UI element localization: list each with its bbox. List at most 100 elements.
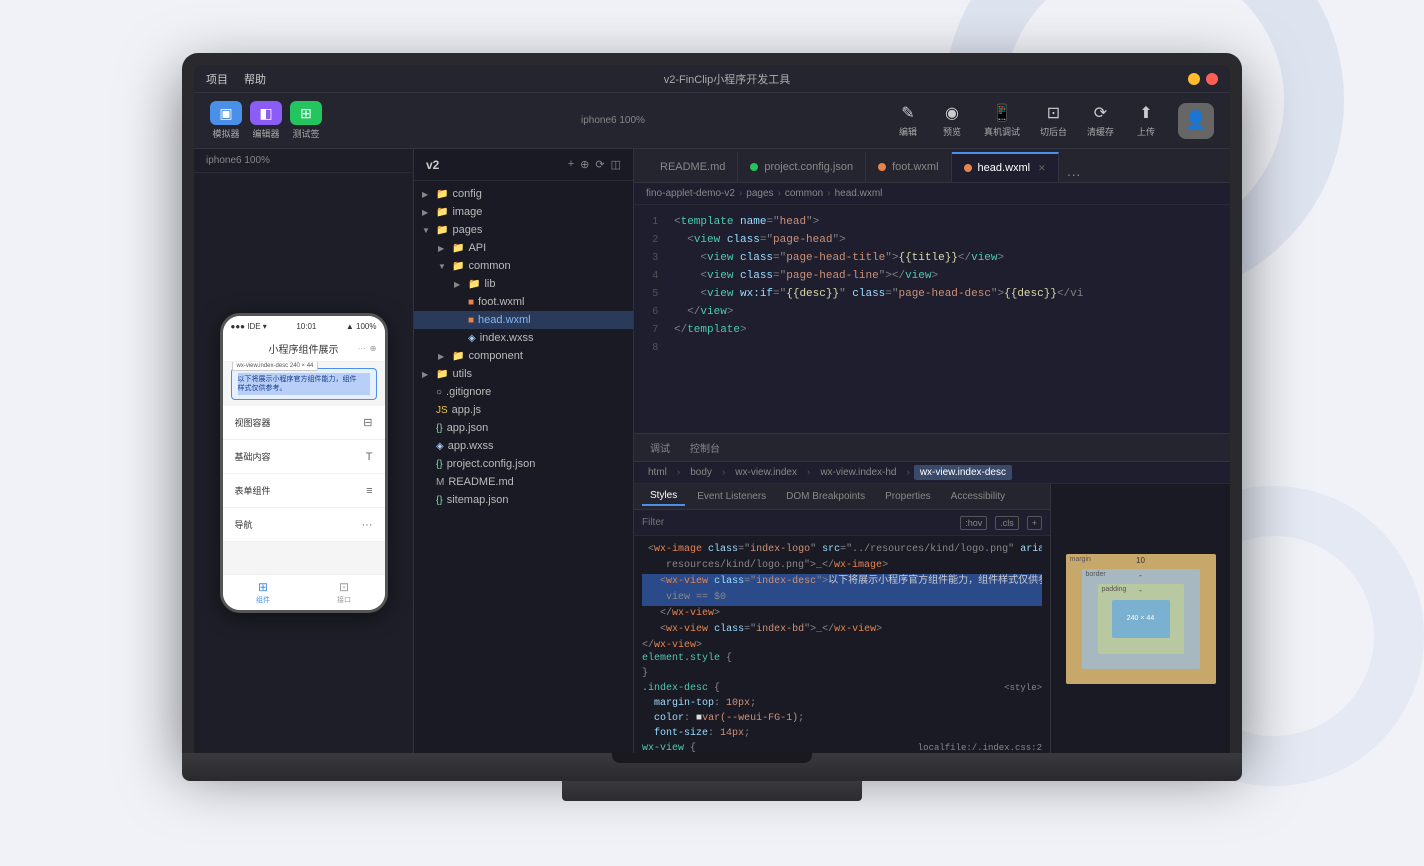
tree-pages[interactable]: ▼ 📁 pages [414,221,633,239]
upload-label: 上传 [1137,125,1155,138]
gitignore-icon: ○ [436,387,442,398]
line-num-4: 4 [634,267,666,285]
crumb-index-hd[interactable]: wx-view.index-hd [814,465,902,480]
tree-gitignore[interactable]: ▶ ○ .gitignore [414,383,633,401]
editor-breadcrumb: fino-applet-demo-v2 › pages › common › h… [634,183,1230,205]
menu-item-nav[interactable]: 导航 ··· [223,508,385,542]
minimize-button[interactable] [1188,73,1200,85]
crumb-body[interactable]: body [684,465,718,480]
menu-item-view[interactable]: 视图容器 ⊟ [223,406,385,440]
toolbar-center: iphone6 100% [342,115,876,126]
sitemap-icon: {} [436,495,443,506]
new-folder-icon[interactable]: ⊕ [580,158,589,171]
tree-app-js[interactable]: ▶ JS app.js [414,401,633,419]
refresh-icon[interactable]: ⟳ [595,158,604,171]
tree-readme[interactable]: ▶ M README.md [414,473,633,491]
code-line-6: </view> [666,303,1230,321]
tree-config[interactable]: ▶ 📁 config [414,185,633,203]
config-folder-icon: 📁 [436,189,448,200]
project-config-tab-dot [750,163,758,171]
tree-index-wxss[interactable]: ▶ ◈ index.wxss [414,329,633,347]
breadcrumb-0[interactable]: fino-applet-demo-v2 [646,188,735,199]
tree-head-wxml[interactable]: ▶ ■ head.wxml [414,311,633,329]
filter-input[interactable] [642,517,952,528]
head-wxml-tab-close[interactable]: ✕ [1038,163,1046,174]
menu-item-view-icon: ⊟ [363,416,372,429]
cls-filter[interactable]: .cls [995,516,1019,530]
component-label: component [468,350,522,362]
menu-item-basic-label: 基础内容 [235,450,271,463]
menu-item-form[interactable]: 表单组件 ≡ [223,474,385,508]
collapse-icon[interactable]: ◫ [611,158,621,171]
index-wxss-icon: ◈ [468,333,476,344]
tab-project-config[interactable]: project.config.json [738,152,866,182]
debug-action[interactable]: 📱 真机调试 [984,103,1020,138]
tree-sitemap[interactable]: ▶ {} sitemap.json [414,491,633,509]
phone-body: ●●● IDE ▾ 10:01 ▲ 100% 小程序组件展示 ··· ⊕ [220,313,388,613]
tab-api-label: 接口 [337,595,351,605]
editor-tabs: README.md project.config.json foot.wxml [634,149,1230,183]
tab-component[interactable]: ⊞ 组件 [223,575,304,610]
tree-common[interactable]: ▼ 📁 common [414,257,633,275]
app-json-label: app.json [447,422,489,434]
utils-folder-icon: 📁 [436,369,448,380]
crumb-index[interactable]: wx-view.index [729,465,803,480]
tab-foot-wxml-label: foot.wxml [892,161,938,173]
laptop-screen: 项目 帮助 v2-FinClip小程序开发工具 ▣ 模拟器 [182,53,1242,753]
clear-action[interactable]: ⟳ 清缓存 [1087,103,1114,138]
tab-api[interactable]: ⊡ 接口 [304,575,385,610]
tab-more[interactable]: ··· [1059,166,1089,182]
devtools-panel: 调试 控制台 html › body › wx-view.index › wx-… [634,433,1230,753]
test-button[interactable]: ⊞ 测试签 [290,101,322,140]
tree-utils[interactable]: ▶ 📁 utils [414,365,633,383]
breadcrumb-1[interactable]: pages [746,188,773,199]
menu-help[interactable]: 帮助 [244,71,266,87]
gitignore-label: .gitignore [446,386,491,398]
menu-item-basic-icon: T [366,451,373,463]
upload-action[interactable]: ⬆ 上传 [1134,103,1158,138]
dom-breakpoints-tab[interactable]: DOM Breakpoints [778,488,873,505]
add-style[interactable]: + [1027,516,1042,530]
edit-action[interactable]: ✎ 编辑 [896,103,920,138]
phone-frame: ●●● IDE ▾ 10:01 ▲ 100% 小程序组件展示 ··· ⊕ [194,173,413,753]
pages-label: pages [452,224,482,236]
index-wxss-label: index.wxss [480,332,534,344]
line-num-3: 3 [634,249,666,267]
devtools-tab-debug[interactable]: 调试 [642,436,678,459]
breadcrumb-2[interactable]: common [785,188,823,199]
crumb-index-desc[interactable]: wx-view.index-desc [914,465,1012,480]
styles-tab[interactable]: Styles [642,487,685,506]
tab-foot-wxml[interactable]: foot.wxml [866,152,951,182]
tree-project-config[interactable]: ▶ {} project.config.json [414,455,633,473]
close-button[interactable] [1206,73,1218,85]
tree-app-wxss[interactable]: ▶ ◈ app.wxss [414,437,633,455]
tab-readme[interactable]: README.md [634,152,738,182]
breadcrumb-3[interactable]: head.wxml [835,188,883,199]
simulator-button[interactable]: ▣ 模拟器 [210,101,242,140]
border-val: - [1139,571,1142,580]
tree-component[interactable]: ▶ 📁 component [414,347,633,365]
new-file-icon[interactable]: + [568,158,574,171]
tree-lib[interactable]: ▶ 📁 lib [414,275,633,293]
editor-button[interactable]: ◧ 编辑器 [250,101,282,140]
event-listeners-tab[interactable]: Event Listeners [689,488,774,505]
preview-action[interactable]: ◉ 预览 [940,103,964,138]
tab-head-wxml[interactable]: head.wxml ✕ [952,152,1059,182]
tree-app-json[interactable]: ▶ {} app.json [414,419,633,437]
tree-foot-wxml[interactable]: ▶ ■ foot.wxml [414,293,633,311]
hover-filter[interactable]: :hov [960,516,987,530]
devtools-body: Styles Event Listeners DOM Breakpoints P… [634,484,1230,753]
status-right: ▲ 100% [346,322,377,331]
crumb-html[interactable]: html [642,465,673,480]
pages-folder-icon: 📁 [436,225,448,236]
menu-project[interactable]: 项目 [206,71,228,87]
devtools-tab-console[interactable]: 控制台 [682,436,728,459]
code-content[interactable]: <template name="head"> <view class="page… [666,205,1230,433]
accessibility-tab[interactable]: Accessibility [943,488,1013,505]
tree-api[interactable]: ▶ 📁 API [414,239,633,257]
user-avatar[interactable]: 👤 [1178,103,1214,139]
menu-item-basic[interactable]: 基础内容 T [223,440,385,474]
background-action[interactable]: ⊡ 切后台 [1040,103,1067,138]
tree-image[interactable]: ▶ 📁 image [414,203,633,221]
properties-tab[interactable]: Properties [877,488,939,505]
